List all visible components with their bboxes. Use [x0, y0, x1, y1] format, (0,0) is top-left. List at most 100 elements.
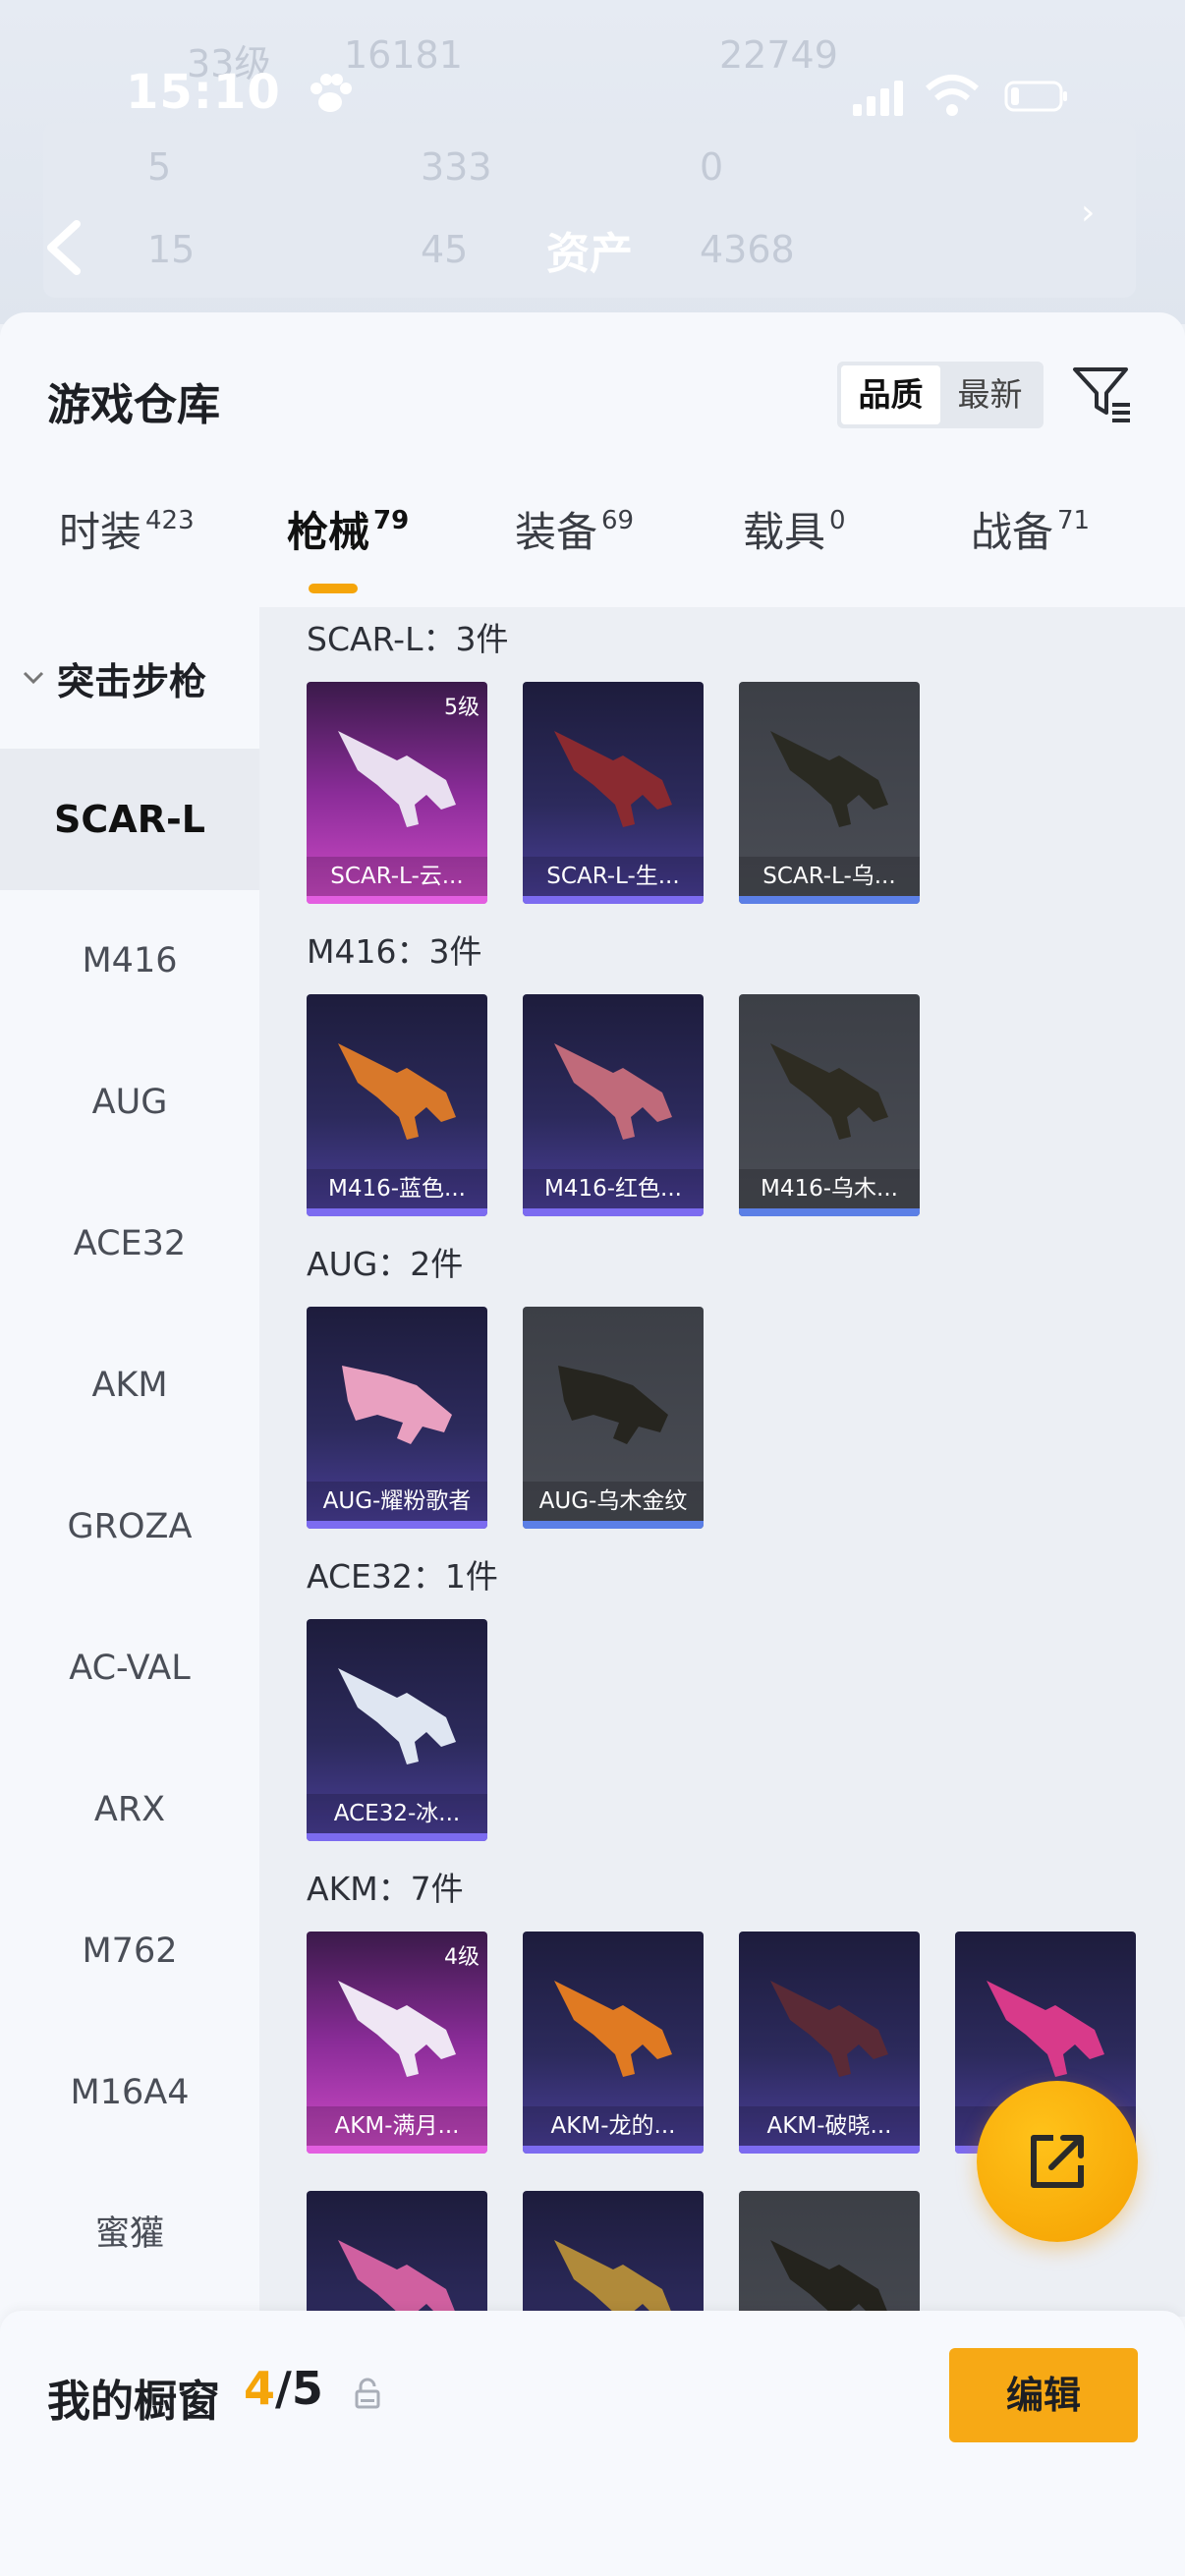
tab-count: 79 [373, 506, 410, 535]
weapon-card[interactable]: SCAR-L-生... [523, 682, 704, 904]
chevron-right-icon: › [1081, 193, 1096, 233]
weapon-name: M416-乌木... [739, 1169, 920, 1208]
weapon-card[interactable]: SCAR-L-乌... [739, 682, 920, 904]
weapon-card[interactable]: 5级 SCAR-L-云... [307, 682, 487, 904]
battery-icon [1004, 81, 1067, 112]
rarity-bar [307, 896, 487, 904]
tab-supplies[interactable]: 战备 71 [971, 499, 1090, 559]
weapon-card[interactable]: M416-红色... [523, 994, 704, 1216]
category-tabs: 时装 423 枪械 79 装备 69 载具 0 战备 71 [0, 499, 1185, 607]
rifle-icon [770, 731, 888, 827]
rarity-bar [739, 896, 920, 904]
rarity-bar [307, 1833, 487, 1841]
blur-value: 333 [421, 145, 492, 189]
sidebar-item-ace32[interactable]: ACE32 [0, 1173, 259, 1315]
tab-vehicles[interactable]: 载具 0 [743, 499, 846, 559]
sidebar-item-m416[interactable]: M416 [0, 890, 259, 1032]
weapon-card[interactable] [307, 2191, 487, 2317]
sidebar-item-scar-l[interactable]: SCAR-L [0, 749, 259, 890]
rifle-icon [987, 1981, 1104, 2077]
rarity-bar [523, 2146, 704, 2154]
lock-icon [355, 2378, 380, 2409]
sidebar-item-arx[interactable]: ARX [0, 1739, 259, 1880]
blur-value: 45 [421, 228, 469, 271]
rifle-icon [338, 2240, 456, 2317]
weapon-card[interactable]: AKM-龙的... [523, 1932, 704, 2154]
weapon-card[interactable] [523, 2191, 704, 2317]
active-tab-indicator [309, 584, 358, 593]
rarity-bar [523, 1208, 704, 1216]
blur-value: 22749 [719, 33, 838, 77]
rifle-icon [554, 2240, 672, 2317]
signal-icon [853, 81, 903, 116]
showcase-count-current: 4 [244, 2362, 276, 2415]
level-badge: 5级 [444, 696, 480, 720]
tab-label: 载具 [743, 508, 826, 556]
sidebar-item-honey-badger[interactable]: 蜜獾 [0, 2163, 259, 2305]
edit-button[interactable]: 编辑 [949, 2348, 1138, 2442]
chevron-down-icon [23, 671, 44, 685]
tab-equipment[interactable]: 装备 69 [515, 499, 634, 559]
showcase-count: 4/5 [244, 2362, 323, 2415]
background-header: 33级 16181 22749 5 333 0 15 45 4368 15:10… [0, 0, 1185, 324]
weapon-card[interactable]: AUG-乌木金纹 [523, 1307, 704, 1529]
weapon-card[interactable]: AUG-耀粉歌者 [307, 1307, 487, 1529]
tab-count: 423 [145, 506, 195, 535]
rifle-icon [770, 1043, 888, 1140]
sheet-title: 游戏仓库 [47, 380, 220, 430]
sidebar-item-akm[interactable]: AKM [0, 1315, 259, 1456]
sort-option-quality[interactable]: 品质 [841, 365, 940, 424]
weapon-card[interactable]: AKM-破晓... [739, 1932, 920, 2154]
sidebar-item-groza[interactable]: GROZA [0, 1456, 259, 1597]
rifle-icon [338, 1981, 456, 2077]
back-arrow-icon[interactable] [39, 218, 88, 277]
group-title-scar-l: SCAR-L：3件 [307, 620, 509, 658]
group-title-akm: AKM：7件 [307, 1870, 464, 1908]
sidebar-item-m762[interactable]: M762 [0, 1880, 259, 2022]
tab-count: 0 [829, 506, 846, 535]
rarity-bar [307, 1521, 487, 1529]
group-title-m416: M416：3件 [307, 932, 482, 971]
level-badge: 4级 [444, 1945, 480, 1970]
weapon-type-sidebar: 突击步枪 SCAR-L M416 AUG ACE32 AKM GROZA AC-… [0, 607, 259, 2317]
weapon-name: SCAR-L-云... [307, 857, 487, 896]
group-title-ace32: ACE32：1件 [307, 1557, 498, 1596]
sidebar-item-ac-val[interactable]: AC-VAL [0, 1597, 259, 1739]
rifle-icon [554, 731, 672, 827]
sidebar-item-m16a4[interactable]: M16A4 [0, 2022, 259, 2163]
sidebar-category-assault-rifle[interactable]: 突击步枪 [0, 607, 259, 749]
sidebar-item-aug[interactable]: AUG [0, 1032, 259, 1173]
blur-value: 4368 [700, 228, 795, 271]
weapon-name: AKM-龙的... [523, 2106, 704, 2146]
share-button[interactable] [977, 2081, 1138, 2242]
weapon-card[interactable]: 4级 AKM-满月... [307, 1932, 487, 2154]
weapon-card[interactable]: ACE32-冰... [307, 1619, 487, 1841]
filter-icon[interactable] [1071, 362, 1134, 424]
tab-weapons[interactable]: 枪械 79 [287, 499, 409, 559]
weapon-name: AUG-乌木金纹 [523, 1482, 704, 1521]
weapon-card[interactable] [739, 2191, 920, 2317]
weapon-card[interactable]: M416-乌木... [739, 994, 920, 1216]
sort-option-newest[interactable]: 最新 [940, 365, 1040, 424]
tab-label: 战备 [971, 508, 1054, 556]
share-icon [1031, 2135, 1084, 2188]
tab-label: 枪械 [287, 508, 370, 556]
sort-toggle: 品质 最新 [837, 362, 1044, 428]
rarity-bar [523, 896, 704, 904]
rifle-icon [554, 1043, 672, 1140]
weapon-name: SCAR-L-乌... [739, 857, 920, 896]
rarity-bar [739, 1208, 920, 1216]
blur-value: 16181 [344, 33, 463, 77]
tab-count: 69 [601, 506, 635, 535]
background-title: 资产 [546, 229, 633, 279]
weapon-grid: SCAR-L：3件 5级 SCAR-L-云... SCAR-L-生... SCA… [259, 607, 1185, 2317]
tab-fashion[interactable]: 时装 423 [59, 499, 195, 559]
rarity-bar [307, 1208, 487, 1216]
weapon-name: ACE32-冰... [307, 1794, 487, 1833]
rifle-icon [770, 1981, 888, 2077]
weapon-card[interactable]: M416-蓝色... [307, 994, 487, 1216]
showcase-bar: 我的橱窗 4/5 编辑 [0, 2311, 1185, 2576]
weapon-name: SCAR-L-生... [523, 857, 704, 896]
status-time: 15:10 [126, 65, 281, 120]
showcase-count-total: /5 [275, 2362, 323, 2415]
